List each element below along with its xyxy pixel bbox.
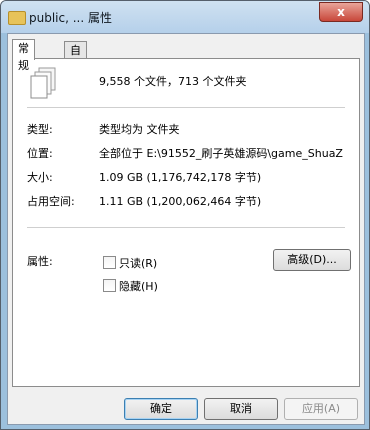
dialog-client: 常规 自定义 9,558 个文件，713 个文件夹 类型: 类型均为 文件夹 位… <box>7 33 365 425</box>
hidden-label[interactable]: 隐藏(H) <box>119 278 158 294</box>
advanced-button[interactable]: 高级(D)... <box>273 249 351 271</box>
attributes-label: 属性: <box>27 255 53 268</box>
window-title: public, ... 属性 <box>29 11 112 25</box>
type-value: 类型均为 文件夹 <box>99 123 180 136</box>
size-label: 大小: <box>27 171 53 184</box>
cancel-button[interactable]: 取消 <box>204 398 278 420</box>
separator <box>27 227 345 228</box>
folder-icon <box>8 11 26 25</box>
size-value: 1.09 GB (1,176,742,178 字节) <box>99 171 262 184</box>
readonly-checkbox[interactable] <box>103 256 116 269</box>
location-value: 全部位于 E:\91552_刷子英雄源码\game_ShuaZ <box>99 147 343 160</box>
disk-size-label: 占用空间: <box>27 195 75 208</box>
close-button[interactable]: x <box>319 2 363 22</box>
summary-text: 9,558 个文件，713 个文件夹 <box>99 75 247 88</box>
ok-button[interactable]: 确定 <box>124 398 198 420</box>
general-panel: 9,558 个文件，713 个文件夹 类型: 类型均为 文件夹 位置: 全部位于… <box>12 58 360 387</box>
apply-button[interactable]: 应用(A) <box>284 398 358 420</box>
tab-custom[interactable]: 自定义 <box>64 41 87 91</box>
readonly-label[interactable]: 只读(R) <box>119 255 157 271</box>
tab-general[interactable]: 常规 <box>12 39 35 72</box>
properties-window: public, ... 属性 x 常规 自定义 9,558 个文件，713 个文… <box>0 0 370 430</box>
stacked-files-icon <box>30 67 56 99</box>
location-label: 位置: <box>27 147 53 160</box>
title-bar[interactable]: public, ... 属性 x <box>1 1 369 33</box>
hidden-checkbox[interactable] <box>103 279 116 292</box>
disk-size-value: 1.11 GB (1,200,062,464 字节) <box>99 195 262 208</box>
separator <box>27 107 345 108</box>
type-label: 类型: <box>27 123 53 136</box>
